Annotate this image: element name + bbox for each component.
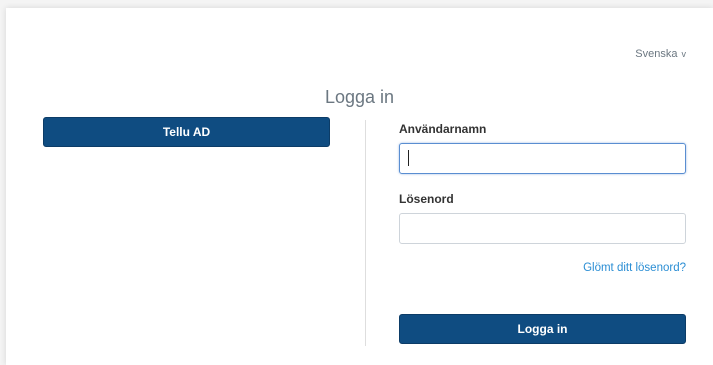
- login-card: Svenska v Logga in Tellu AD Användarnamn …: [6, 8, 713, 365]
- sso-login-button[interactable]: Tellu AD: [43, 117, 330, 147]
- chevron-down-icon: v: [681, 49, 687, 59]
- language-selector[interactable]: Svenska v: [635, 48, 686, 60]
- vertical-divider: [365, 120, 366, 346]
- login-button[interactable]: Logga in: [399, 314, 686, 344]
- username-label: Användarnamn: [399, 122, 487, 136]
- forgot-password-link[interactable]: Glömt ditt lösenord?: [583, 262, 686, 274]
- page-title: Logga in: [324, 87, 395, 107]
- password-input[interactable]: [399, 213, 686, 244]
- language-label: Svenska: [635, 48, 678, 60]
- text-cursor: [408, 150, 409, 166]
- password-label: Lösenord: [399, 192, 454, 206]
- sso-button-label: Tellu AD: [162, 125, 211, 139]
- login-button-label: Logga in: [517, 322, 568, 336]
- username-input[interactable]: [399, 143, 686, 174]
